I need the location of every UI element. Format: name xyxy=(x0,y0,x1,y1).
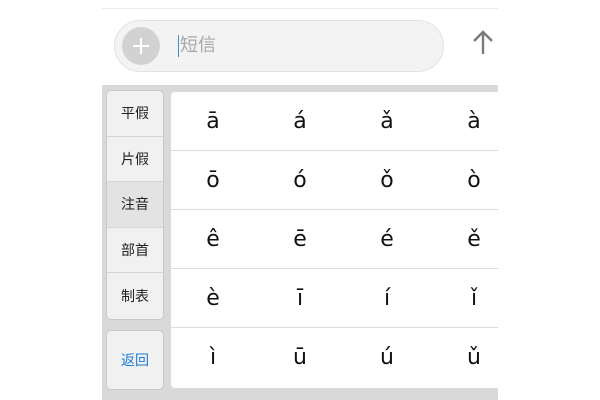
back-button[interactable]: 返回 xyxy=(106,330,164,390)
add-attachment-button[interactable] xyxy=(122,27,160,65)
arrow-up-icon xyxy=(473,30,493,54)
character-key[interactable]: à xyxy=(444,92,498,150)
character-key[interactable]: ò xyxy=(444,151,498,209)
character-key[interactable]: ǐ xyxy=(444,269,498,327)
keyboard-category-panel: 平假 片假 注音 部首 制表 xyxy=(106,90,164,320)
key-row: èīíǐ xyxy=(171,269,498,328)
key-row: ōóǒò xyxy=(171,151,498,210)
character-key[interactable]: ē xyxy=(270,210,330,268)
category-tab[interactable]: 片假 xyxy=(107,137,163,183)
key-row: êēéě xyxy=(171,210,498,269)
message-placeholder: 短信 xyxy=(180,35,216,56)
character-key[interactable]: á xyxy=(270,92,330,150)
character-key[interactable]: ī xyxy=(270,269,330,327)
send-button[interactable] xyxy=(470,28,496,58)
character-key[interactable]: ó xyxy=(270,151,330,209)
category-tab[interactable]: 部首 xyxy=(107,228,163,274)
character-key[interactable]: ê xyxy=(183,210,243,268)
character-key[interactable]: è xyxy=(183,269,243,327)
character-key[interactable]: ū xyxy=(270,328,330,386)
key-row: ìūúǔ xyxy=(171,328,498,386)
character-key[interactable]: ì xyxy=(183,328,243,386)
key-row: āáǎà xyxy=(171,92,498,151)
character-key[interactable]: ō xyxy=(183,151,243,209)
character-key[interactable]: ú xyxy=(357,328,417,386)
character-key[interactable]: ā xyxy=(183,92,243,150)
character-key[interactable]: é xyxy=(357,210,417,268)
character-key[interactable]: ǔ xyxy=(444,328,498,386)
character-grid: āáǎàōóǒòêēéěèīíǐìūúǔ xyxy=(171,92,498,388)
message-input[interactable]: 短信 xyxy=(114,20,444,72)
character-key[interactable]: ǎ xyxy=(357,92,417,150)
character-key[interactable]: í xyxy=(357,269,417,327)
category-tab[interactable]: 平假 xyxy=(107,91,163,137)
character-key[interactable]: ǒ xyxy=(357,151,417,209)
text-cursor xyxy=(178,35,179,57)
character-key[interactable]: ě xyxy=(444,210,498,268)
category-tab[interactable]: 注音 xyxy=(107,182,163,228)
category-tab[interactable]: 制表 xyxy=(107,273,163,319)
